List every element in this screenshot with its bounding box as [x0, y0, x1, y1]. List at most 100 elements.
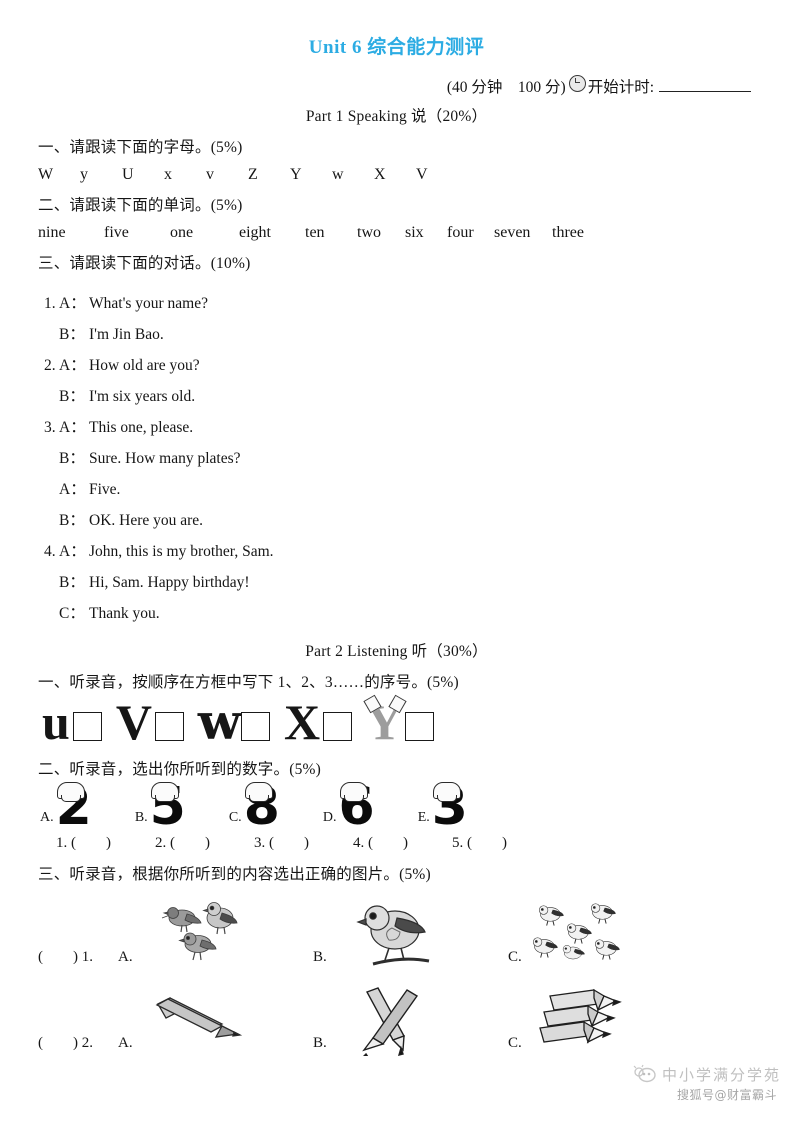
answer-blank[interactable]: 1. ( ): [56, 835, 111, 852]
picture-option[interactable]: C.: [508, 984, 703, 1056]
picture-option[interactable]: A.: [118, 984, 313, 1056]
word-item: eight: [239, 223, 271, 241]
answer-blank[interactable]: 2. ( ): [155, 835, 210, 852]
dialogue-line: 1. A： What's your name?: [44, 282, 793, 313]
option-label: B.: [313, 1035, 327, 1052]
number-option[interactable]: A. 2: [40, 781, 92, 833]
dialogue-number: 2.: [44, 356, 56, 374]
word-item: seven: [494, 223, 531, 241]
dialogue-text: What's your name?: [89, 294, 208, 312]
dialogue-speaker: B：: [59, 511, 85, 529]
letter-item: V: [416, 165, 428, 183]
option-label: B.: [134, 810, 148, 826]
dialogue-number: 4.: [44, 542, 56, 560]
option-label: C.: [508, 949, 522, 966]
dialogue-text: Sure. How many plates?: [89, 449, 241, 467]
one-pencil-icon: [142, 984, 272, 1056]
exam-duration-score: (40 分钟 100 分): [446, 78, 566, 96]
dialogue-line: 2. A： How old are you?: [44, 344, 793, 375]
number-option[interactable]: E. 3: [418, 776, 468, 837]
word-item: one: [170, 223, 194, 241]
part2-heading: Part 2 Listening 听（30%）: [305, 642, 488, 660]
three-pencils-icon: [532, 984, 662, 1056]
picture-question-row: ( ) 1. A. B. C.: [0, 884, 793, 970]
number-glyph-8-icon: 8: [243, 776, 280, 837]
letter-item: Y: [290, 165, 302, 183]
letter-item: X: [374, 165, 386, 183]
option-label: A.: [118, 949, 133, 966]
letter-box-pair: X: [284, 697, 353, 747]
dialogue-text: How old are you?: [89, 356, 200, 374]
word-item: six: [405, 223, 424, 241]
picture-option[interactable]: B.: [313, 984, 508, 1057]
letter-item: Z: [248, 165, 258, 183]
dialogue-speaker: A：: [59, 356, 86, 374]
picture-option[interactable]: A.: [118, 898, 313, 970]
part2-q2-number-options: A. 2 B. 5 C. 8 D. 6 E. 3: [0, 776, 793, 837]
letter-box-pair: w: [198, 696, 270, 746]
snow-cap-decoration: [56, 781, 85, 802]
dialogue-text: Hi, Sam. Happy birthday!: [89, 573, 250, 591]
option-label: B.: [313, 949, 327, 966]
word-item: five: [104, 223, 129, 241]
word-item: three: [552, 223, 584, 241]
dialogue-text: John, this is my brother, Sam.: [89, 542, 274, 560]
snow-cap-decoration: [339, 781, 368, 802]
clock-icon: [568, 74, 586, 92]
number-option[interactable]: B. 5: [134, 781, 186, 833]
start-time-blank[interactable]: [659, 79, 751, 92]
watermark-account: 搜狐号@财富霸斗: [676, 1087, 777, 1102]
number-option[interactable]: D. 6: [322, 776, 375, 837]
dialogue-text: Thank you.: [89, 604, 160, 622]
letter-item: x: [164, 165, 172, 183]
sohu-logo-icon: [633, 1064, 657, 1084]
number-option[interactable]: C. 8: [228, 776, 280, 837]
dialogue-line: A： Five.: [44, 468, 793, 499]
dialogue-line: B： OK. Here you are.: [44, 499, 793, 530]
option-label: C.: [508, 1035, 522, 1052]
option-label: D.: [322, 810, 337, 826]
picture-option[interactable]: C.: [508, 898, 703, 970]
picture-row-lead[interactable]: ( ) 2.: [38, 1035, 118, 1052]
number-glyph-6-icon: 6: [338, 776, 375, 837]
order-answer-box[interactable]: [405, 711, 435, 741]
two-pencils-icon: [337, 984, 467, 1057]
snow-cap-decoration: [432, 781, 461, 802]
letter-item: U: [122, 165, 134, 183]
order-answer-box[interactable]: [240, 711, 270, 741]
dialogue-speaker: B：: [59, 449, 85, 467]
start-time-label: 开始计时:: [587, 78, 654, 96]
answer-blank[interactable]: 5. ( ): [452, 835, 507, 852]
dialogue-speaker: A：: [59, 294, 86, 312]
answer-blank[interactable]: 4. ( ): [353, 835, 408, 852]
option-label: C.: [228, 810, 242, 826]
part1-q3-prompt: 三、请跟读下面的对话。(10%): [38, 254, 251, 272]
big-letter-v-icon: V: [115, 693, 152, 750]
picture-option[interactable]: B.: [313, 898, 508, 970]
part2-q2-answer-blanks: 1. ( ) 2. ( ) 3. ( ) 4. ( ) 5. ( ): [0, 830, 793, 852]
three-birds-icon: [142, 898, 272, 970]
number-glyph-3-icon: 3: [431, 776, 468, 837]
letter-item: w: [332, 165, 344, 183]
dialogue-text: I'm six years old.: [89, 387, 196, 405]
order-answer-box[interactable]: [72, 711, 102, 741]
dialogue-speaker: B：: [59, 325, 85, 343]
dialogue-line: B： Sure. How many plates?: [44, 437, 793, 468]
letter-box-pair: u: [42, 697, 102, 747]
dialogue-text: OK. Here you are.: [89, 511, 204, 529]
option-label: A.: [118, 1035, 133, 1052]
answer-blank[interactable]: 3. ( ): [254, 835, 309, 852]
one-bird-icon: [337, 898, 467, 970]
letter-item: v: [206, 165, 214, 183]
word-item: two: [357, 223, 381, 241]
order-answer-box[interactable]: [323, 711, 353, 741]
letter-box-pair: Y: [366, 697, 435, 747]
dialogue-text: Five.: [89, 480, 121, 498]
picture-row-lead[interactable]: ( ) 1.: [38, 949, 118, 966]
dialogue-number: 1.: [44, 294, 56, 312]
watermark-top-line: 中小学满分学苑: [633, 1064, 781, 1085]
dialogue-speaker: A：: [59, 542, 86, 560]
order-answer-box[interactable]: [154, 711, 184, 741]
dialogue-speaker: A：: [59, 418, 86, 436]
worksheet-page: Unit 6 综合能力测评 (40 分钟 100 分) 开始计时: Part 1…: [0, 0, 793, 1122]
